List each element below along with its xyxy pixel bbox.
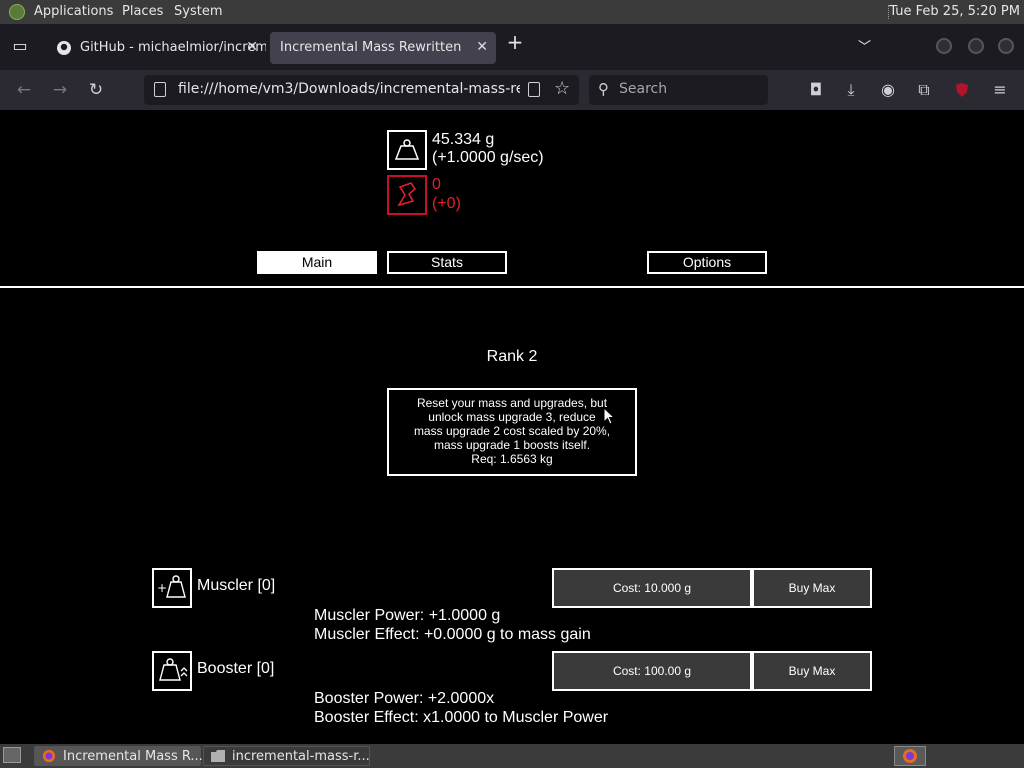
tab-title: Incremental Mass Rewritten xyxy=(280,40,462,55)
close-window-button[interactable] xyxy=(998,38,1014,54)
hamburger-menu-icon[interactable]: ≡ xyxy=(988,78,1012,102)
show-desktop-icon[interactable] xyxy=(3,747,21,763)
reader-view-icon[interactable] xyxy=(528,82,540,97)
downloads-icon[interactable]: ⤓ xyxy=(839,78,863,102)
rage-power-icon xyxy=(387,175,427,215)
mass-rate: (+1.0000 g/sec) xyxy=(432,149,544,166)
close-tab-icon[interactable]: ✕ xyxy=(476,39,488,55)
extensions-icon[interactable]: ⧉ xyxy=(912,78,936,102)
booster-cost-button[interactable]: Cost: 100.00 g xyxy=(552,651,752,691)
close-tab-icon[interactable]: ✕ xyxy=(246,39,258,55)
rank-reset-button[interactable]: Reset your mass and upgrades, but unlock… xyxy=(387,388,637,476)
folder-icon xyxy=(211,750,225,762)
rage-amount: 0 xyxy=(432,176,441,193)
rage-rate: (+0) xyxy=(432,195,461,212)
firefox-icon xyxy=(903,749,917,763)
menu-system[interactable]: System xyxy=(174,4,222,19)
booster-buy-max-button[interactable]: Buy Max xyxy=(752,651,872,691)
rank-title: Rank 2 xyxy=(486,348,538,365)
search-icon: ⚲ xyxy=(598,80,609,98)
tab-main[interactable]: Main xyxy=(257,251,377,274)
ublock-icon[interactable] xyxy=(950,78,974,102)
maximize-window-button[interactable] xyxy=(968,38,984,54)
list-all-tabs-icon[interactable]: ﹀ xyxy=(858,36,871,55)
back-arrow-icon[interactable]: ← xyxy=(12,78,36,102)
muscler-cost-button[interactable]: Cost: 10.000 g xyxy=(552,568,752,608)
page-icon xyxy=(154,82,166,97)
tab-stats[interactable]: Stats xyxy=(387,251,507,274)
taskbar-item-firefox[interactable]: Incremental Mass R... xyxy=(34,746,203,766)
account-icon[interactable]: ◉ xyxy=(876,78,900,102)
tab-title: GitHub - michaelmior/incremental xyxy=(80,40,266,55)
muscler-name: Muscler [0] xyxy=(197,577,276,594)
muscler-icon: + xyxy=(152,568,192,608)
search-input[interactable]: ⚲ Search xyxy=(589,75,768,105)
rank-desc-line: unlock mass upgrade 3, reduce xyxy=(428,410,596,424)
booster-name: Booster [0] xyxy=(197,660,275,677)
rank-requirement: Req: 1.6563 kg xyxy=(471,452,553,466)
mass-weight-icon xyxy=(387,130,427,170)
nav-bar: ← → ↻ file:///home/vm3/Downloads/increme… xyxy=(0,70,1024,110)
booster-effect: Booster Effect: x1.0000 to Muscler Power xyxy=(314,709,609,726)
tab-github[interactable]: GitHub - michaelmior/incremental ✕ xyxy=(44,32,266,64)
github-icon xyxy=(57,41,71,55)
clock[interactable]: Tue Feb 25, 5:20 PM xyxy=(889,4,1020,19)
firefox-icon xyxy=(42,749,56,763)
rank-desc-line: mass upgrade 2 cost scaled by 20%, xyxy=(413,424,611,438)
forward-arrow-icon[interactable]: → xyxy=(48,78,72,102)
booster-icon xyxy=(152,651,192,691)
new-tab-button[interactable]: + xyxy=(504,32,526,54)
game-page: 45.334 g (+1.0000 g/sec) 0 (+0) Main Sta… xyxy=(0,110,1024,744)
menu-places[interactable]: Places xyxy=(122,4,163,19)
muscler-buy-max-button[interactable]: Buy Max xyxy=(752,568,872,608)
svg-text:+: + xyxy=(157,581,167,595)
divider xyxy=(0,286,1024,288)
mouse-cursor-icon xyxy=(603,407,615,425)
reload-icon[interactable]: ↻ xyxy=(84,78,108,102)
taskbar: Incremental Mass R... incremental-mass-r… xyxy=(0,744,1024,768)
rank-desc-line: Reset your mass and upgrades, but xyxy=(416,396,608,410)
taskbar-item-label: incremental-mass-r... xyxy=(232,749,370,764)
workspace-switcher[interactable] xyxy=(894,746,926,766)
tab-options[interactable]: Options xyxy=(647,251,767,274)
bookmark-star-icon[interactable]: ☆ xyxy=(554,78,570,99)
tab-incremental-mass[interactable]: Incremental Mass Rewritten ✕ xyxy=(270,32,496,64)
distro-logo-icon[interactable] xyxy=(9,4,25,20)
mass-amount: 45.334 g xyxy=(432,131,495,148)
search-placeholder: Search xyxy=(619,81,668,97)
url-bar[interactable]: file:///home/vm3/Downloads/incremental-m… xyxy=(144,75,579,105)
pocket-icon[interactable]: ◘ xyxy=(804,78,828,102)
taskbar-item-file-manager[interactable]: incremental-mass-r... xyxy=(203,746,370,766)
top-panel: Applications Places System Tue Feb 25, 5… xyxy=(0,0,1024,24)
menu-applications[interactable]: Applications xyxy=(34,4,113,19)
minimize-window-button[interactable] xyxy=(936,38,952,54)
screen: Applications Places System Tue Feb 25, 5… xyxy=(0,0,1024,768)
muscler-power: Muscler Power: +1.0000 g xyxy=(314,607,501,624)
booster-power: Booster Power: +2.0000x xyxy=(314,690,495,707)
taskbar-item-label: Incremental Mass R... xyxy=(63,749,203,764)
muscler-effect: Muscler Effect: +0.0000 g to mass gain xyxy=(314,626,591,643)
tab-list-icon[interactable]: ▭ xyxy=(6,32,34,60)
rank-desc-line: mass upgrade 1 boosts itself. xyxy=(433,438,591,452)
url-text[interactable]: file:///home/vm3/Downloads/incremental-m… xyxy=(178,81,520,97)
